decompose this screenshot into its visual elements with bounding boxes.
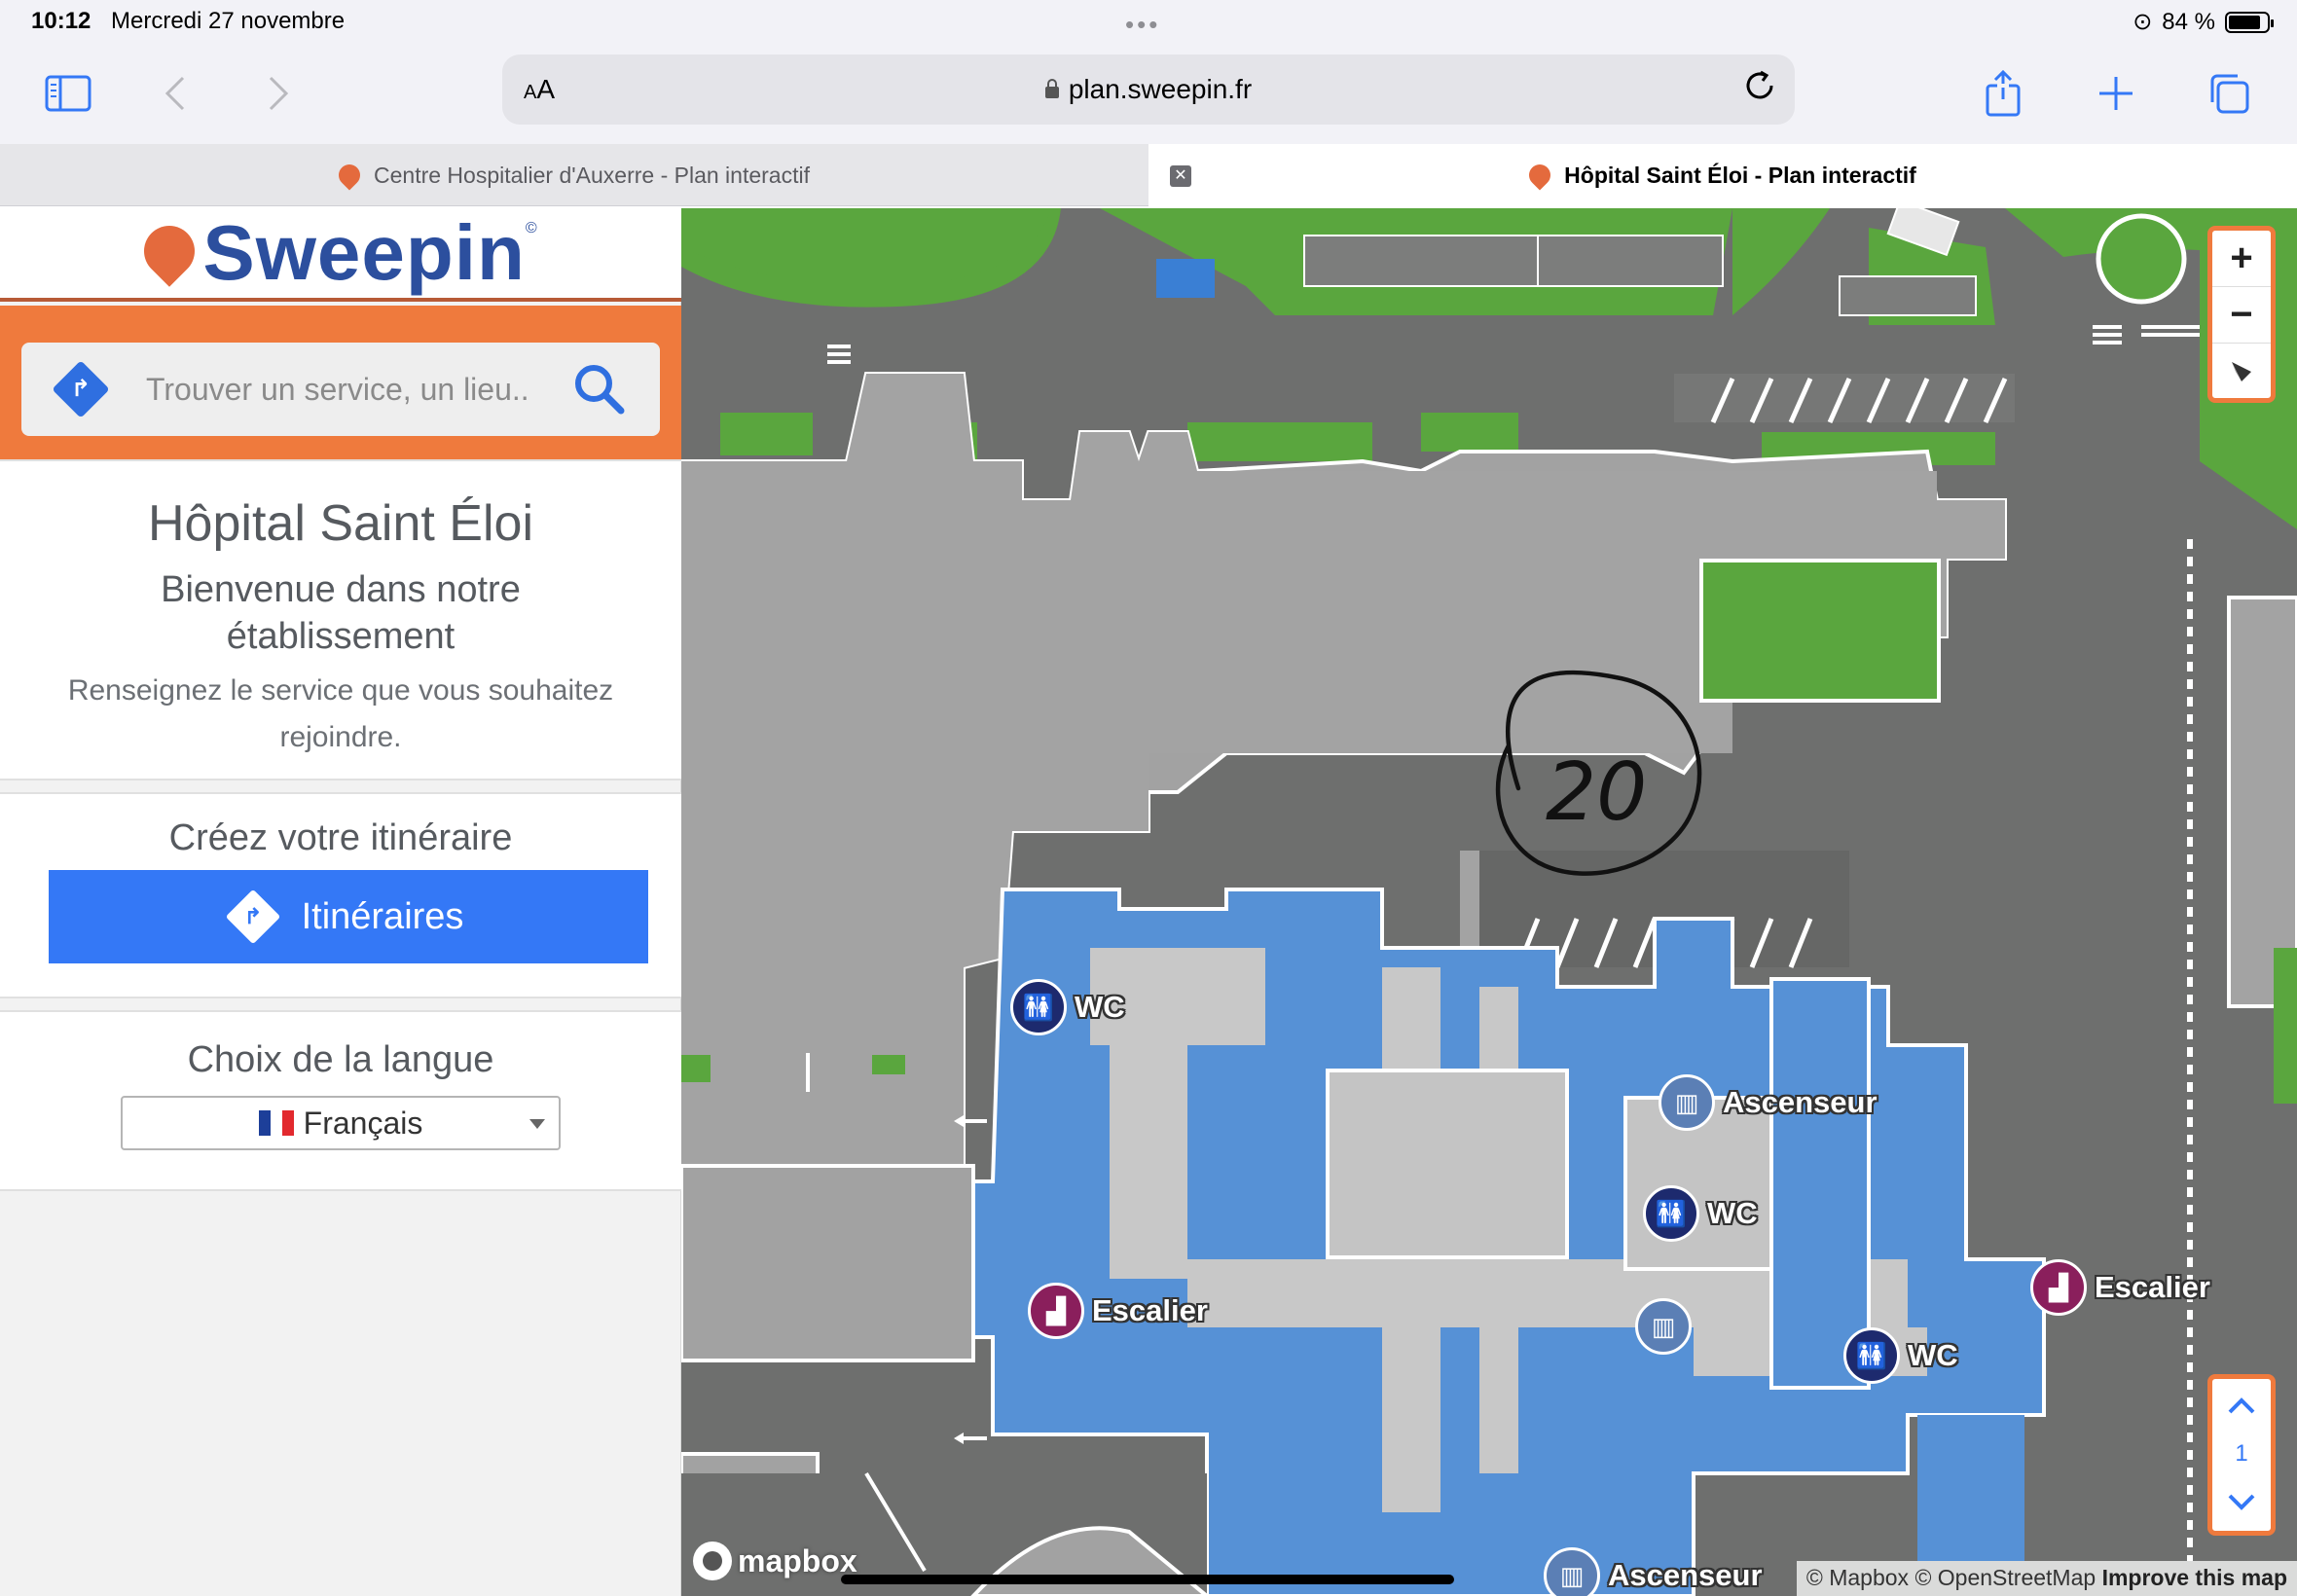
mapbox-label: mapbox [738, 1542, 857, 1578]
search-icon[interactable] [572, 362, 627, 417]
elevator-icon: ▥ [1544, 1547, 1600, 1596]
battery-percent: 84 % [2162, 8, 2215, 35]
map-attribution: © Mapbox © OpenStreetMap Improve this ma… [1796, 1561, 2297, 1596]
poi-label: Escalier [2095, 1270, 2210, 1304]
poi-label: Escalier [1092, 1293, 1208, 1327]
language-card: Choix de la langue Français [0, 1010, 681, 1191]
battery-icon [2225, 11, 2274, 33]
attribution-osm[interactable]: © OpenStreetMap [1914, 1565, 2096, 1590]
poi-label: WC [1707, 1196, 1758, 1230]
language-select[interactable]: Français [121, 1096, 561, 1150]
share-icon[interactable] [1976, 66, 2030, 121]
welcome-card: Hôpital Saint Éloi Bienvenue dans notre … [0, 459, 681, 780]
logo-text: Sweepin [202, 209, 526, 296]
sidebar-icon[interactable] [41, 66, 95, 121]
floor-number: 1 [2235, 1440, 2248, 1467]
itinerary-button-label: Itinéraires [301, 895, 464, 937]
logo-mark: © [525, 220, 537, 236]
map-base: 20 [681, 208, 2297, 1596]
floor-up-button[interactable] [2212, 1379, 2271, 1432]
language-title: Choix de la langue [187, 1039, 494, 1080]
tab-bar: Centre Hospitalier d'Auxerre - Plan inte… [0, 144, 2297, 206]
tab-auxerre[interactable]: Centre Hospitalier d'Auxerre - Plan inte… [0, 144, 1148, 206]
compass-icon[interactable] [2212, 344, 2271, 400]
poi-label: Ascenseur [1608, 1558, 1763, 1592]
poi-wc[interactable]: 🚻 WC [1843, 1327, 1958, 1384]
stairs-icon: ▟ [1028, 1283, 1084, 1339]
screen: 10:12 Mercredi 27 novembre ••• ⊙ 84 % AA… [0, 0, 2297, 1596]
search-band: ↱ [0, 306, 681, 459]
lock-icon [1044, 79, 1059, 98]
hospital-name: Hôpital Saint Éloi [148, 495, 533, 552]
poi-lift[interactable]: ▥ [1635, 1298, 1692, 1355]
poi-lift[interactable]: ▥ Ascenseur [1659, 1074, 1878, 1131]
sweepin-pin-icon [334, 160, 365, 191]
url-display[interactable]: plan.sweepin.fr [502, 74, 1795, 105]
france-flag-icon [258, 1110, 294, 1136]
status-date: Mercredi 27 novembre [111, 8, 346, 34]
sweepin-pin-icon [1524, 160, 1555, 191]
poi-wc[interactable]: 🚻 WC [1010, 979, 1125, 1035]
status-time: 10:12 [31, 8, 91, 34]
sidebar-panel: Sweepin © ↱ Hôpital Saint Éloi Bienvenue… [0, 208, 681, 1596]
directions-icon[interactable]: ↱ [52, 360, 110, 418]
mapbox-icon [693, 1542, 732, 1580]
status-bar: 10:12 Mercredi 27 novembre ••• ⊙ 84 % [0, 0, 2297, 47]
zoom-out-button[interactable]: − [2212, 287, 2271, 344]
welcome-text: Renseignez le service que vous souhaitez… [67, 674, 614, 753]
mapbox-logo[interactable]: mapbox [693, 1542, 857, 1580]
poi-label: WC [1908, 1338, 1958, 1372]
floor-down-button[interactable] [2212, 1476, 2271, 1529]
improve-map-link[interactable]: Improve this map [2102, 1565, 2287, 1590]
welcome-title: Bienvenue dans notre établissement [161, 569, 521, 657]
multitasking-dots-icon[interactable]: ••• [1125, 10, 1160, 40]
wc-icon: 🚻 [1010, 979, 1067, 1035]
sweepin-pin-icon [133, 215, 206, 287]
annotation-text: 20 [1546, 746, 1647, 839]
attribution-mapbox[interactable]: © Mapbox [1806, 1565, 1909, 1590]
zoom-in-button[interactable]: + [2212, 231, 2271, 287]
poi-stairs[interactable]: ▟ Escalier [1028, 1283, 1208, 1339]
battery-fill [2229, 15, 2260, 29]
reload-icon[interactable] [1742, 68, 1777, 112]
search-box[interactable]: ↱ [21, 343, 660, 436]
zoom-controls: + − [2207, 226, 2276, 403]
elevator-icon: ▥ [1659, 1074, 1715, 1131]
poi-stairs[interactable]: ▟ Escalier [2030, 1259, 2210, 1316]
tabs-overview-icon[interactable] [2202, 66, 2256, 121]
wc-icon: 🚻 [1843, 1327, 1900, 1384]
address-bar[interactable]: AA plan.sweepin.fr [502, 54, 1795, 125]
status-right: ⊙ 84 % [2133, 8, 2274, 36]
wc-icon: 🚻 [1643, 1185, 1699, 1242]
tab-saint-eloi[interactable]: ✕ Hôpital Saint Éloi - Plan interactif [1148, 144, 2297, 206]
map-view[interactable]: 20 🚻 WC ▟ Escalier ▥ Ascenseur 🚻 WC ▟ Es… [681, 208, 2297, 1596]
close-tab-icon[interactable]: ✕ [1170, 165, 1191, 187]
itinerary-button[interactable]: ↱ Itinéraires [49, 870, 648, 963]
tab-title: Hôpital Saint Éloi - Plan interactif [1564, 162, 1916, 188]
new-tab-icon[interactable] [2089, 66, 2143, 121]
itinerary-card: Créez votre itinéraire ↱ Itinéraires [0, 792, 681, 998]
url-text: plan.sweepin.fr [1068, 74, 1253, 104]
directions-icon: ↱ [225, 889, 280, 945]
stairs-icon: ▟ [2030, 1259, 2087, 1316]
poi-label: Ascenseur [1723, 1085, 1878, 1119]
floor-selector: 1 [2207, 1374, 2276, 1536]
language-selected: Français [303, 1105, 423, 1141]
tab-title: Centre Hospitalier d'Auxerre - Plan inte… [374, 162, 810, 188]
orientation-lock-icon: ⊙ [2133, 9, 2153, 35]
search-input[interactable] [146, 368, 555, 411]
poi-lift[interactable]: ▥ Ascenseur [1544, 1547, 1763, 1596]
forward-icon[interactable] [251, 66, 306, 121]
elevator-icon: ▥ [1635, 1298, 1692, 1355]
itinerary-title: Créez votre itinéraire [168, 817, 513, 858]
back-icon[interactable] [148, 66, 202, 121]
browser-toolbar: AA plan.sweepin.fr [0, 47, 2297, 144]
poi-label: WC [1075, 990, 1125, 1024]
poi-wc[interactable]: 🚻 WC [1643, 1185, 1758, 1242]
home-indicator[interactable] [841, 1575, 1454, 1584]
logo[interactable]: Sweepin © [0, 208, 681, 302]
chevron-down-icon [529, 1119, 545, 1129]
